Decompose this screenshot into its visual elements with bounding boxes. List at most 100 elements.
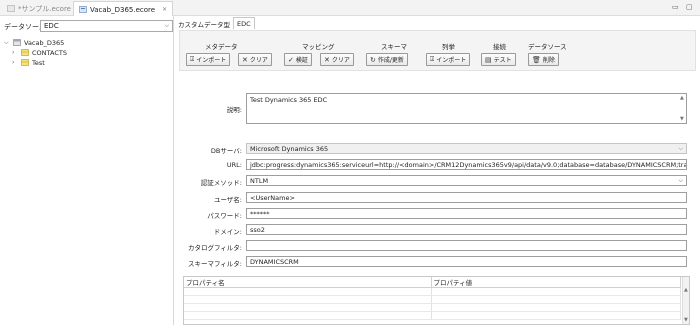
- schema-filter-value: DYNAMICSCRM: [250, 257, 299, 266]
- username-value: <UserName>: [250, 193, 295, 202]
- table-header-row: プロパティ名 プロパティ値: [184, 277, 681, 288]
- package-icon: [13, 39, 21, 46]
- chevron-down-icon: ⌵: [678, 144, 683, 152]
- clear-icon: ✕: [324, 55, 330, 64]
- tab-custom-data-types[interactable]: カスタムデータ型: [175, 17, 233, 29]
- button-label: 検証: [295, 57, 308, 64]
- metadata-import-button[interactable]: ⍗ インポート: [186, 53, 231, 66]
- catalog-filter-field[interactable]: [246, 240, 687, 251]
- chevron-down-icon: ⌵: [678, 176, 683, 184]
- button-label: インポート: [436, 57, 467, 64]
- column-header-property-name[interactable]: プロパティ名: [184, 277, 432, 288]
- tree-item-contacts[interactable]: › CONTACTS: [12, 48, 67, 57]
- domain-label: ドメイン:: [213, 228, 242, 236]
- table-icon: [21, 59, 29, 66]
- table-row[interactable]: [184, 295, 681, 304]
- domain-value: sso2: [250, 225, 265, 234]
- group-title-metadata: メタデータ: [205, 43, 238, 51]
- mapping-clear-button[interactable]: ✕ クリア: [320, 53, 354, 66]
- db-server-select[interactable]: Microsoft Dynamics 365 ⌵: [246, 143, 687, 154]
- table-icon: [21, 49, 29, 56]
- group-title-datasource: データソース: [528, 43, 567, 51]
- group-title-connection: 接続: [493, 43, 506, 51]
- description-field[interactable]: Test Dynamics 365 EDC: [246, 93, 687, 124]
- clear-icon: ✕: [242, 55, 248, 64]
- group-title-schema: スキーマ: [381, 43, 407, 51]
- table-row[interactable]: [184, 311, 681, 320]
- schema-filter-field[interactable]: DYNAMICSCRM: [246, 256, 687, 267]
- password-field[interactable]: ******: [246, 208, 687, 219]
- table-row[interactable]: [184, 303, 681, 312]
- validate-icon: ✓: [288, 55, 294, 64]
- tab-edc[interactable]: EDC: [233, 17, 255, 29]
- group-title-enumeration: 列挙: [442, 43, 455, 51]
- property-grid: プロパティ名 プロパティ値: [184, 277, 681, 320]
- import-icon: ⍗: [190, 55, 195, 63]
- auth-method-value: NTLM: [250, 176, 269, 185]
- domain-field[interactable]: sso2: [246, 224, 687, 235]
- button-label: インポート: [196, 57, 227, 64]
- tree-item-label: Vacab_D365: [24, 38, 65, 47]
- button-label: 削除: [542, 57, 555, 64]
- password-label: パスワード:: [207, 212, 242, 220]
- maximize-icon[interactable]: ▢: [686, 3, 693, 11]
- close-tab-icon[interactable]: ✕: [162, 6, 167, 13]
- metadata-clear-button[interactable]: ✕ クリア: [238, 53, 272, 66]
- tree-item-label: CONTACTS: [32, 48, 67, 57]
- chevron-expanded-icon[interactable]: ⌵: [4, 39, 10, 47]
- button-label: 作成/更新: [377, 57, 404, 64]
- db-server-label: DBサーバ:: [210, 147, 242, 155]
- group-title-mapping: マッピング: [302, 43, 335, 51]
- property-table: プロパティ名 プロパティ値 ▲ ▼: [183, 276, 690, 325]
- db-server-value: Microsoft Dynamics 365: [250, 144, 329, 153]
- tree-item-label: Test: [32, 58, 45, 67]
- scroll-up-icon[interactable]: ▲: [684, 287, 688, 293]
- connection-test-button[interactable]: ▤ テスト: [481, 53, 516, 66]
- minimize-icon[interactable]: ▭: [672, 3, 679, 11]
- table-cell[interactable]: [184, 287, 432, 296]
- username-field[interactable]: <UserName>: [246, 192, 687, 203]
- column-header-property-value[interactable]: プロパティ値: [431, 277, 681, 288]
- scroll-down-icon[interactable]: ▼: [680, 116, 684, 122]
- editor-tab-label: Vacab_D365.ecore: [90, 5, 156, 14]
- table-row[interactable]: [184, 287, 681, 296]
- editor-tab-sample[interactable]: *サンプル.ecore: [2, 1, 76, 16]
- catalog-filter-label: カタログフィルタ:: [187, 244, 242, 252]
- table-cell[interactable]: [184, 303, 432, 312]
- schema-filter-label: スキーマフィルタ:: [187, 260, 242, 268]
- editor-tab-vacab[interactable]: Vacab_D365.ecore ✕: [73, 1, 174, 17]
- schema-create-update-button[interactable]: ↻ 作成/更新: [366, 53, 408, 66]
- ecore-file-icon: [79, 6, 87, 13]
- url-label: URL:: [226, 161, 242, 169]
- chevron-right-icon[interactable]: ›: [12, 49, 18, 56]
- refresh-icon: ↻: [370, 55, 376, 64]
- chevron-right-icon[interactable]: ›: [12, 59, 18, 66]
- table-cell[interactable]: [431, 303, 681, 312]
- auth-method-select[interactable]: NTLM ⌵: [246, 175, 687, 186]
- button-label: テスト: [493, 57, 512, 64]
- chevron-down-icon: ⌵: [164, 22, 169, 29]
- button-label: クリア: [331, 57, 350, 64]
- tree-item-test[interactable]: › Test: [12, 58, 45, 67]
- tree-item-vacab[interactable]: ⌵ Vacab_D365: [4, 38, 64, 47]
- username-label: ユーザ名:: [213, 196, 242, 204]
- test-icon: ▤: [485, 55, 492, 64]
- url-field[interactable]: jdbc:progress:dynamics365:serviceurl=htt…: [246, 159, 687, 170]
- table-cell[interactable]: [431, 287, 681, 296]
- table-cell[interactable]: [184, 311, 432, 320]
- table-cell[interactable]: [431, 295, 681, 304]
- enumeration-import-button[interactable]: ⍗ インポート: [426, 53, 471, 66]
- datasource-delete-button[interactable]: 🗑 削除: [528, 53, 559, 66]
- table-scrollbar[interactable]: ▲ ▼: [682, 277, 689, 324]
- editor-tab-label: *サンプル.ecore: [18, 4, 71, 13]
- datasource-select[interactable]: EDC ⌵: [40, 20, 173, 32]
- mapping-validate-button[interactable]: ✓ 検証: [284, 53, 312, 66]
- table-cell[interactable]: [431, 311, 681, 320]
- scroll-up-icon[interactable]: ▲: [680, 95, 684, 101]
- table-cell[interactable]: [184, 295, 432, 304]
- delete-icon: 🗑: [532, 55, 541, 64]
- description-value: Test Dynamics 365 EDC: [250, 96, 328, 104]
- import-icon: ⍗: [430, 55, 435, 63]
- scroll-down-icon[interactable]: ▼: [684, 317, 688, 323]
- button-label: クリア: [249, 57, 268, 64]
